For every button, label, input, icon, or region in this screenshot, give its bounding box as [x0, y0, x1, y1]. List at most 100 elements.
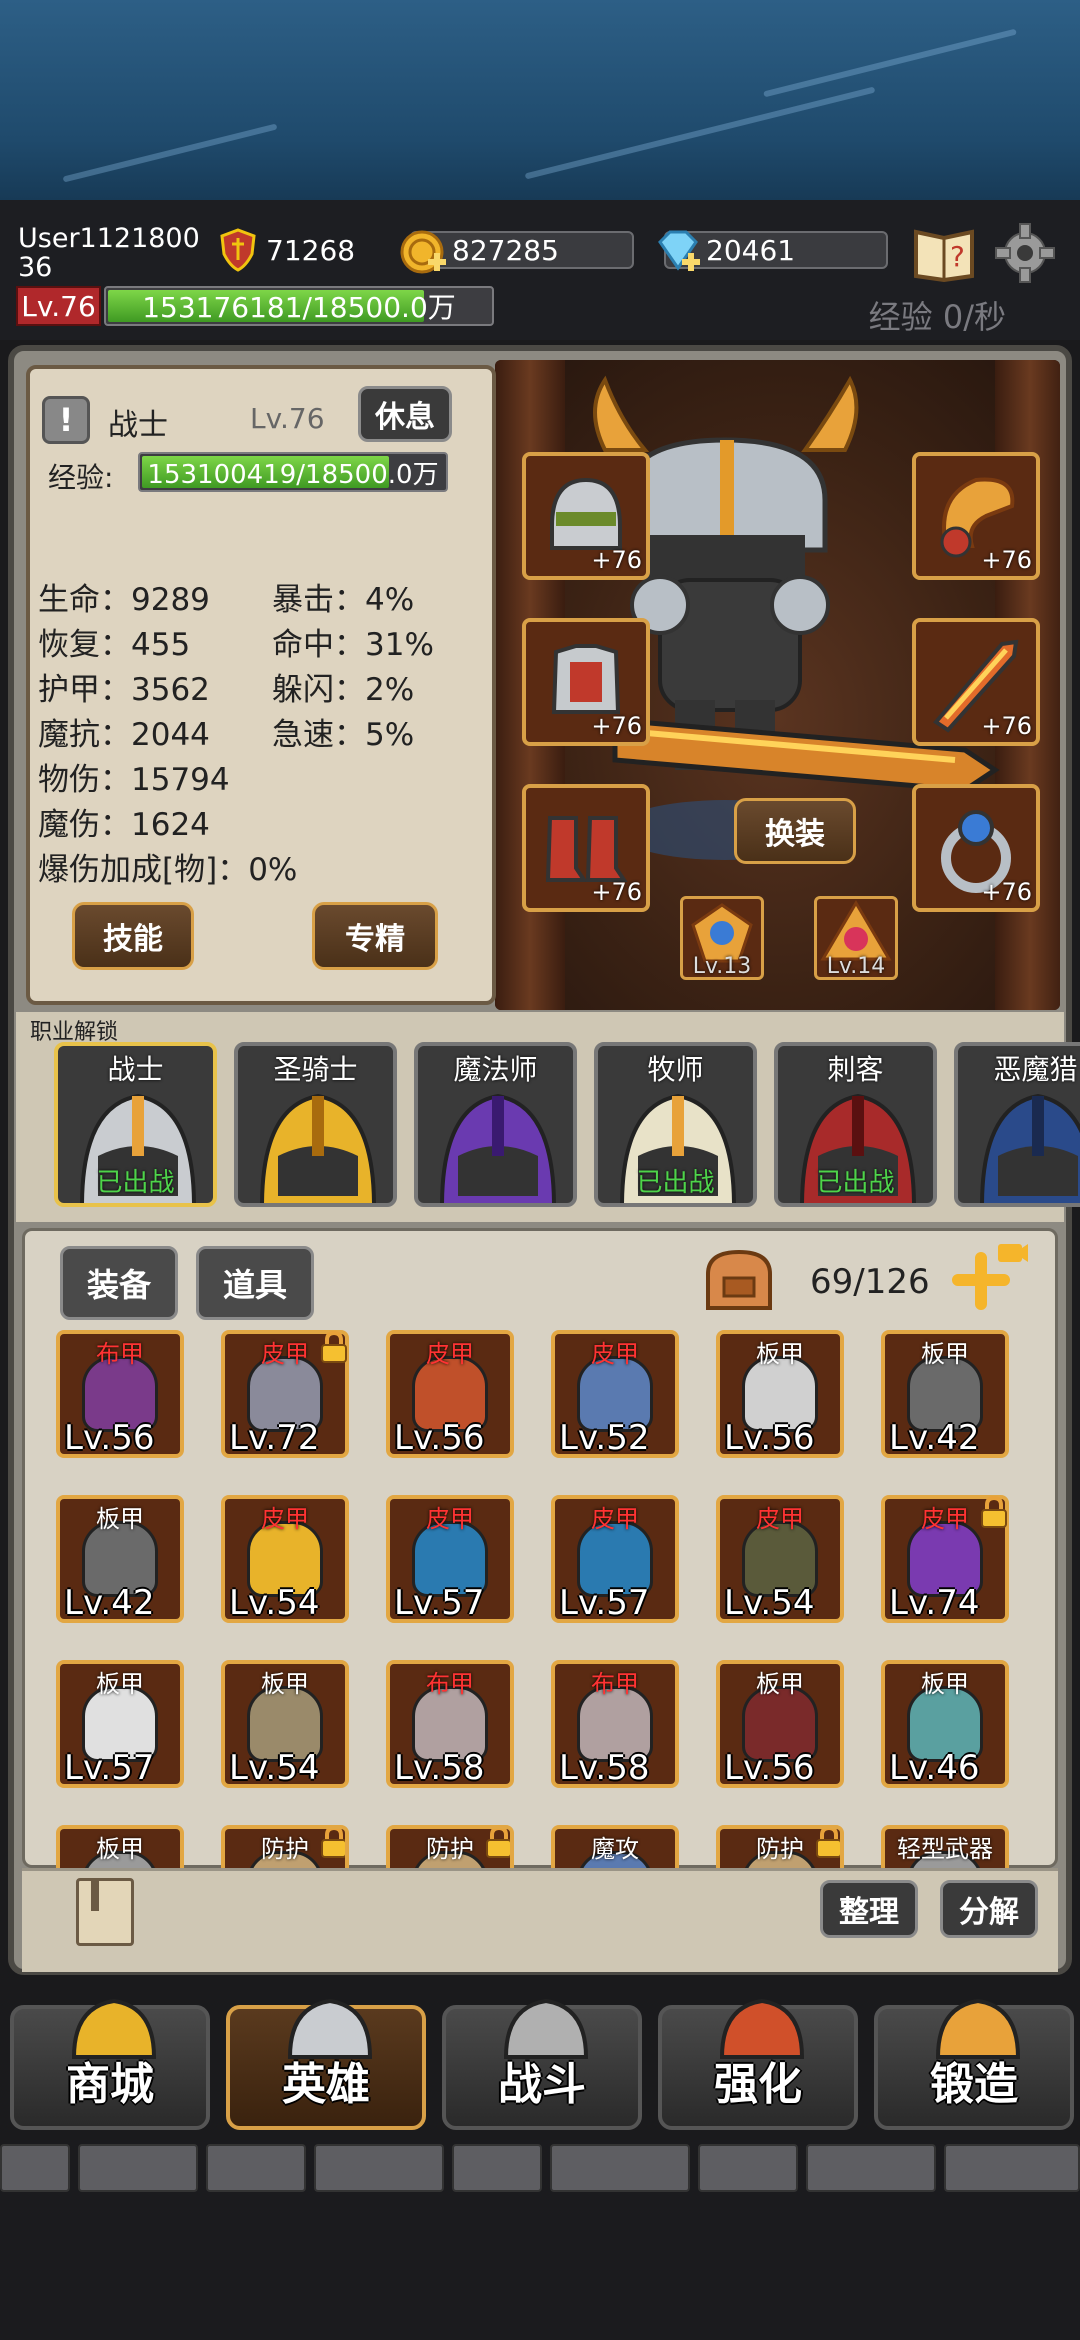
- class-name: 战士: [107, 1053, 164, 1086]
- stat-right-2: 躲闪：2%: [272, 672, 415, 708]
- decompose-button[interactable]: 分解: [940, 1880, 1038, 1938]
- item-level: Lv.54: [229, 1748, 320, 1788]
- tab-items[interactable]: 道具: [196, 1246, 314, 1320]
- inventory-item[interactable]: 板甲 Lv.56: [716, 1330, 844, 1458]
- nav-tab-0[interactable]: 商城: [10, 1998, 210, 2130]
- inventory-item[interactable]: 皮甲 Lv.54: [716, 1495, 844, 1623]
- item-level: Lv.56: [724, 1748, 815, 1788]
- nav-tab-1[interactable]: 英雄: [226, 1998, 426, 2130]
- inventory-item[interactable]: 板甲 Lv.54: [221, 1660, 349, 1788]
- stat-left-3: 魔抗：2044: [38, 717, 210, 753]
- inventory-item[interactable]: 皮甲 Lv.57: [386, 1495, 514, 1623]
- item-level: Lv.54: [229, 1583, 320, 1623]
- gem-slot-red[interactable]: Lv.14: [814, 896, 898, 980]
- class-name: 圣骑士: [273, 1053, 358, 1086]
- inventory-item[interactable]: 皮甲 Lv.74: [881, 1495, 1009, 1623]
- class-deployed-status: 已出战: [636, 1168, 715, 1198]
- settings-gear-icon[interactable]: [994, 222, 1056, 284]
- item-level: Lv.54: [724, 1583, 815, 1623]
- player-level-badge: Lv.76: [16, 286, 101, 326]
- diamond-plus-icon[interactable]: [652, 228, 704, 276]
- hero-xp-label: 经验:: [48, 461, 114, 494]
- stat-right-1: 命中：31%: [272, 627, 434, 663]
- inventory-item[interactable]: 皮甲 Lv.72: [221, 1330, 349, 1458]
- inventory-item[interactable]: 布甲 Lv.58: [386, 1660, 514, 1788]
- nav-tab-4[interactable]: 锻造: [874, 1998, 1074, 2130]
- exp-rate: 经验 0/秒: [868, 298, 1006, 336]
- stat-left-2: 护甲：3562: [38, 672, 210, 708]
- item-level: Lv.57: [64, 1748, 155, 1788]
- class-name: 牧师: [647, 1053, 704, 1086]
- swap-gear-button[interactable]: 换装: [734, 798, 856, 864]
- weapon-slot[interactable]: +76: [912, 618, 1040, 746]
- gem-stat: 20461: [652, 228, 888, 272]
- player-xp-text: 153176181/18500.0万: [142, 291, 456, 324]
- item-level: Lv.74: [889, 1583, 980, 1623]
- class-deployed-status: 已出战: [816, 1168, 895, 1198]
- inventory-item[interactable]: 板甲 Lv.56: [716, 1660, 844, 1788]
- horn-accessory-slot[interactable]: +76: [912, 452, 1040, 580]
- mastery-button[interactable]: 专精: [312, 902, 438, 970]
- inventory-item[interactable]: 板甲 Lv.42: [881, 1330, 1009, 1458]
- player-name: User1121800 36: [18, 223, 200, 283]
- inventory-item[interactable]: 皮甲 Lv.56: [386, 1330, 514, 1458]
- lock-icon: [816, 1829, 840, 1858]
- helmet-slot[interactable]: +76: [522, 452, 650, 580]
- expand-inventory-plus-icon[interactable]: [948, 1240, 1028, 1316]
- class-card-2[interactable]: 魔法师: [414, 1042, 577, 1207]
- stat-left-4: 物伤：15794: [38, 762, 230, 798]
- inventory-item[interactable]: 板甲 Lv.57: [56, 1660, 184, 1788]
- stat-left-6: 爆伤加成[物]：0%: [38, 852, 298, 888]
- item-type: 轻型武器: [897, 1835, 993, 1863]
- gem-value: 20461: [706, 233, 796, 267]
- hero-xp-bar: 153100419/18500.0万: [138, 452, 448, 492]
- gem-slot-blue[interactable]: Lv.13: [680, 896, 764, 980]
- item-type: 皮甲: [261, 1505, 309, 1533]
- class-card-5[interactable]: 恶魔猎: [954, 1042, 1080, 1207]
- rest-button[interactable]: 休息: [358, 386, 452, 442]
- boots-slot[interactable]: +76: [522, 784, 650, 912]
- item-level: Lv.42: [889, 1418, 980, 1458]
- item-level: Lv.56: [394, 1418, 485, 1458]
- hero-xp-text: 153100419/18500.0万: [147, 459, 439, 490]
- inventory-item[interactable]: 板甲 Lv.46: [881, 1660, 1009, 1788]
- stat-left-5: 魔伤：1624: [38, 807, 210, 843]
- class-card-3[interactable]: 牧师 已出战: [594, 1042, 757, 1207]
- inventory-item[interactable]: 板甲 Lv.42: [56, 1495, 184, 1623]
- stat-left-1: 恢复：455: [38, 627, 191, 663]
- skills-button[interactable]: 技能: [72, 902, 194, 970]
- inventory-item[interactable]: 皮甲 Lv.57: [551, 1495, 679, 1623]
- hero-class-name: 战士: [108, 408, 168, 443]
- inventory-item[interactable]: 皮甲 Lv.52: [551, 1330, 679, 1458]
- class-card-4[interactable]: 刺客 已出战: [774, 1042, 937, 1207]
- item-level: Lv.58: [394, 1748, 485, 1788]
- floor-bricks: [0, 2140, 1080, 2340]
- item-level: Lv.58: [559, 1748, 650, 1788]
- lock-icon: [321, 1829, 345, 1858]
- class-card-0[interactable]: 战士 已出战: [54, 1042, 217, 1207]
- gold-coin-plus-icon[interactable]: [398, 228, 450, 276]
- class-card-1[interactable]: 圣骑士: [234, 1042, 397, 1207]
- class-name: 恶魔猎: [993, 1053, 1078, 1086]
- armor-slot[interactable]: +76: [522, 618, 650, 746]
- nav-tab-3[interactable]: 强化: [658, 1998, 858, 2130]
- item-type: 板甲: [261, 1670, 309, 1698]
- inventory-item[interactable]: 皮甲 Lv.54: [221, 1495, 349, 1623]
- item-type: 皮甲: [426, 1340, 474, 1368]
- stat-left-0: 生命：9289: [38, 582, 210, 618]
- ring-slot[interactable]: +76: [912, 784, 1040, 912]
- item-type: 板甲: [96, 1835, 144, 1863]
- inventory-item[interactable]: 布甲 Lv.56: [56, 1330, 184, 1458]
- backpack-icon: [698, 1244, 780, 1316]
- sort-button[interactable]: 整理: [820, 1880, 918, 1938]
- quest-book-icon[interactable]: ?: [912, 222, 978, 283]
- class-name: 刺客: [827, 1053, 884, 1086]
- tab-equipment[interactable]: 装备: [60, 1246, 178, 1320]
- alert-icon[interactable]: !: [42, 396, 90, 444]
- player-xp-bar: 153176181/18500.0万: [104, 286, 494, 326]
- item-type: 皮甲: [591, 1505, 639, 1533]
- lock-icon: [321, 1330, 347, 1363]
- codex-book-icon[interactable]: [76, 1878, 134, 1946]
- inventory-item[interactable]: 布甲 Lv.58: [551, 1660, 679, 1788]
- nav-tab-2[interactable]: 战斗: [442, 1998, 642, 2130]
